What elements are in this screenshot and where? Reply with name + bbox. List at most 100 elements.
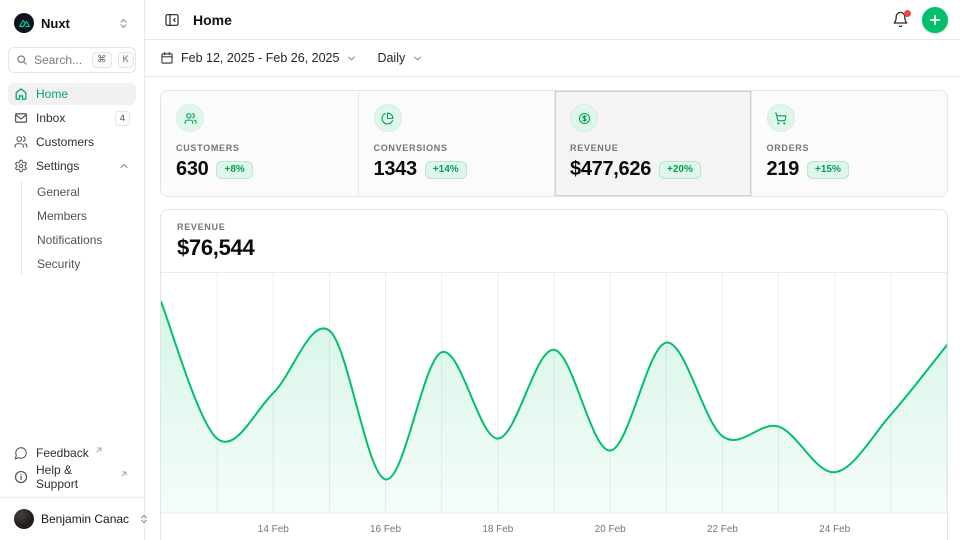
page-header: Home <box>145 0 960 40</box>
page-title: Home <box>193 12 232 28</box>
add-button[interactable] <box>922 7 948 33</box>
chevron-up-icon <box>118 160 130 172</box>
app-root: Nuxt ⌘ K Home <box>0 0 960 540</box>
subnav-label: General <box>37 185 80 199</box>
plus-icon <box>928 13 942 27</box>
sidebar-nav: Home Inbox 4 Customers Settings <box>8 83 136 277</box>
sidebar-item-settings[interactable]: Settings <box>8 155 136 177</box>
sidebar-item-general[interactable]: General <box>33 181 136 203</box>
delta-badge: +8% <box>216 161 252 179</box>
revenue-chart: 14 Feb 16 Feb 18 Feb 20 Feb 22 Feb 24 Feb <box>161 273 947 539</box>
granularity-select[interactable]: Daily <box>377 51 423 65</box>
stat-value: $477,626 <box>570 158 651 181</box>
workspace-selector-button[interactable] <box>115 15 132 32</box>
stat-value: 630 <box>176 158 208 181</box>
nuxt-logo-icon <box>14 13 34 33</box>
revenue-panel: Revenue $76,544 14 Feb 16 Feb 18 Feb 20 Feb… <box>160 209 948 540</box>
svg-text:14 Feb: 14 Feb <box>258 524 289 535</box>
avatar <box>14 509 34 529</box>
chevron-down-icon <box>412 53 423 64</box>
info-circle-icon <box>14 470 28 484</box>
user-menu-button[interactable]: Benjamin Canac <box>8 506 136 532</box>
stats-row: Customers 630 +8% Conversions 1343 +14% <box>160 90 948 197</box>
feedback-link[interactable]: Feedback <box>8 442 136 464</box>
collapse-sidebar-button[interactable] <box>160 8 184 32</box>
chart-container[interactable]: 14 Feb 16 Feb 18 Feb 20 Feb 22 Feb 24 Feb <box>161 273 947 539</box>
delta-badge: +15% <box>807 161 849 179</box>
sidebar-footer: Feedback Help & Support Benjamin Canac <box>8 442 136 532</box>
kbd-cmd: ⌘ <box>92 52 112 68</box>
panel-collapse-icon <box>164 12 180 28</box>
dollar-circle-icon <box>570 104 598 132</box>
pie-chart-icon <box>374 104 402 132</box>
search-input[interactable] <box>34 53 86 67</box>
revenue-panel-value: $76,544 <box>177 235 931 261</box>
svg-text:22 Feb: 22 Feb <box>707 524 738 535</box>
delta-badge: +20% <box>659 161 701 179</box>
inbox-icon <box>14 111 28 125</box>
sidebar-item-inbox[interactable]: Inbox 4 <box>8 107 136 129</box>
external-link-icon <box>95 446 103 454</box>
search-box[interactable]: ⌘ K <box>8 47 136 73</box>
sidebar-item-home[interactable]: Home <box>8 83 136 105</box>
users-icon <box>14 135 28 149</box>
granularity-label: Daily <box>377 51 405 65</box>
stat-label: Conversions <box>374 143 540 153</box>
subnav-label: Members <box>37 209 87 223</box>
stat-card-conversions[interactable]: Conversions 1343 +14% <box>358 91 555 196</box>
sidebar-item-members[interactable]: Members <box>33 205 136 227</box>
sidebar-item-label: Settings <box>36 159 79 173</box>
chevron-down-icon <box>346 53 357 64</box>
stat-card-customers[interactable]: Customers 630 +8% <box>161 91 358 196</box>
users-icon <box>176 104 204 132</box>
svg-text:20 Feb: 20 Feb <box>595 524 626 535</box>
chat-bubble-icon <box>14 446 28 460</box>
sidebar-item-label: Home <box>36 87 68 101</box>
sidebar-item-customers[interactable]: Customers <box>8 131 136 153</box>
home-icon <box>14 87 28 101</box>
settings-subnav: General Members Notifications Security <box>21 181 136 275</box>
stat-card-orders[interactable]: Orders 219 +15% <box>751 91 948 196</box>
sidebar-item-notifications[interactable]: Notifications <box>33 229 136 251</box>
svg-text:18 Feb: 18 Feb <box>482 524 513 535</box>
date-range-label: Feb 12, 2025 - Feb 26, 2025 <box>181 51 339 65</box>
external-link-icon <box>120 470 128 478</box>
stat-label: Orders <box>767 143 933 153</box>
stat-card-revenue[interactable]: Revenue $477,626 +20% <box>554 91 751 196</box>
kbd-k: K <box>118 52 134 68</box>
search-icon <box>16 54 28 66</box>
revenue-panel-header: Revenue $76,544 <box>161 210 947 273</box>
gear-icon <box>14 159 28 173</box>
divider <box>0 497 144 498</box>
revenue-panel-label: Revenue <box>177 222 931 232</box>
delta-badge: +14% <box>425 161 467 179</box>
stat-value: 219 <box>767 158 799 181</box>
notification-dot <box>904 10 911 17</box>
cart-icon <box>767 104 795 132</box>
sidebar-item-security[interactable]: Security <box>33 253 136 275</box>
dashboard-content: Customers 630 +8% Conversions 1343 +14% <box>145 77 960 540</box>
date-range-picker[interactable]: Feb 12, 2025 - Feb 26, 2025 <box>160 51 357 65</box>
workspace-name: Nuxt <box>41 16 70 31</box>
sidebar-item-label: Customers <box>36 135 94 149</box>
sidebar: Nuxt ⌘ K Home <box>0 0 145 540</box>
stat-label: Customers <box>176 143 343 153</box>
user-name: Benjamin Canac <box>41 512 129 526</box>
footer-link-label: Feedback <box>36 446 89 460</box>
svg-text:16 Feb: 16 Feb <box>370 524 401 535</box>
workspace-row: Nuxt <box>8 8 136 38</box>
inbox-count-badge: 4 <box>115 111 130 126</box>
subnav-label: Notifications <box>37 233 102 247</box>
main-area: Home Feb 12, 2025 - Feb 26, 2025 <box>145 0 960 540</box>
notifications-button[interactable] <box>888 7 913 32</box>
subnav-label: Security <box>37 257 80 271</box>
filters-toolbar: Feb 12, 2025 - Feb 26, 2025 Daily <box>145 40 960 77</box>
stat-value: 1343 <box>374 158 417 181</box>
stat-label: Revenue <box>570 143 736 153</box>
svg-text:24 Feb: 24 Feb <box>819 524 850 535</box>
sidebar-item-label: Inbox <box>36 111 65 125</box>
help-support-link[interactable]: Help & Support <box>8 466 136 488</box>
calendar-icon <box>160 51 174 65</box>
footer-link-label: Help & Support <box>36 463 114 491</box>
chevron-up-down-icon <box>117 17 130 30</box>
